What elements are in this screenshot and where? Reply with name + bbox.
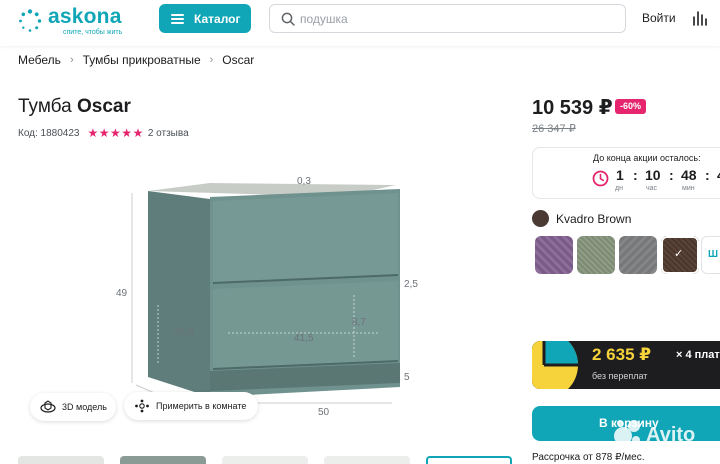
pie-badge-icon (532, 341, 580, 389)
swatch-green[interactable] (577, 236, 615, 274)
compare-icon[interactable] (692, 10, 708, 26)
price: 10 539 ₽ (532, 97, 613, 119)
installment-banner[interactable]: 2 635 ₽ × 4 платеж без переплат (532, 341, 720, 389)
swatch-purple[interactable] (535, 236, 573, 274)
clock-icon (592, 170, 609, 187)
swatch-brown[interactable]: ✓ (661, 236, 699, 274)
avito-watermark-logo: Avito (614, 420, 695, 446)
star-icon: ★ (121, 126, 133, 140)
installment-subtitle: без переплат (592, 371, 648, 381)
installment-count: × 4 платеж (676, 349, 720, 361)
star-icon: ★ (132, 126, 144, 140)
gallery-thumbnail-active[interactable] (426, 456, 512, 464)
check-icon: ✓ (674, 248, 684, 260)
3d-model-button[interactable]: 3D модель (30, 393, 116, 421)
try-in-room-label: Примерить в комнате (156, 401, 247, 411)
star-icon: ★ (110, 126, 121, 140)
dim-depth: 30,8 (174, 327, 194, 338)
chevron-right-icon: › (69, 54, 74, 66)
logo-dots-icon (19, 9, 42, 32)
page-title: Тумба Oscar (18, 96, 131, 118)
3d-model-label: 3D модель (62, 402, 107, 412)
timer-colon: : (705, 167, 710, 183)
timer-caption: До конца акции осталось: (593, 153, 701, 163)
installment-sum: 2 635 ₽ (592, 345, 652, 364)
timer-colon: : (633, 167, 638, 183)
search-bar (269, 4, 626, 33)
chevron-right-icon: › (209, 54, 214, 66)
timer-minutes: 48 (681, 167, 697, 183)
dim-top: 0,3 (297, 176, 311, 187)
search-input[interactable] (300, 10, 600, 28)
color-name: Kvadro Brown (556, 211, 632, 226)
search-icon (281, 12, 295, 26)
timer-colon: : (669, 167, 674, 183)
timer-minutes-unit: мин (682, 185, 695, 192)
gallery-thumbnail[interactable] (222, 456, 308, 464)
selected-color-dot (532, 210, 549, 227)
star-icon: ★ (98, 126, 110, 140)
site-header: askona спите, чтобы жить Каталог Войти (0, 0, 720, 46)
breadcrumb-item-nightstands[interactable]: Тумбы прикроватные (83, 53, 201, 67)
ar-icon (135, 399, 149, 413)
gallery-thumbnail[interactable] (324, 456, 410, 464)
product-meta: Код: 1880423 ★ ★ ★ ★ ★ 2 отзыва (18, 127, 189, 139)
dim-width: 50 (318, 407, 330, 418)
dim-plinth: 5 (404, 372, 410, 383)
product-image[interactable]: 0,3 49 30,8 41,5 8,7 2,5 5 50 (110, 165, 430, 425)
logo-wordmark: askona (48, 5, 122, 28)
menu-icon (171, 13, 184, 24)
swatch-more[interactable]: Ш (701, 236, 720, 274)
timer-hours: 10 (645, 167, 661, 183)
reviews-link[interactable]: 2 отзыва (148, 128, 189, 139)
title-prefix: Тумба (18, 96, 72, 117)
title-product-name: Oscar (76, 96, 131, 117)
timer-days: 1 (616, 167, 624, 183)
gallery-thumbnail[interactable] (18, 456, 104, 464)
timer-hours-unit: час (646, 185, 658, 192)
star-icon: ★ (87, 126, 99, 140)
dim-gap: 2,5 (404, 279, 418, 290)
catalog-button[interactable]: Каталог (159, 4, 251, 33)
logo-tagline: спите, чтобы жить (63, 29, 123, 36)
breadcrumb-item-current: Oscar (222, 53, 255, 67)
breadcrumb-item-furniture[interactable]: Мебель (18, 53, 61, 67)
try-in-room-button[interactable]: Примерить в комнате (124, 392, 258, 420)
installment-link[interactable]: Рассрочка от 878 ₽/мес. (532, 452, 644, 463)
dim-drawer-width: 41,5 (294, 333, 314, 344)
catalog-button-label: Каталог (194, 11, 241, 26)
logo[interactable]: askona спите, чтобы жить (18, 5, 138, 39)
discount-badge: -60% (615, 99, 647, 114)
timer-days-unit: дн (615, 185, 623, 192)
3d-icon (40, 400, 56, 413)
gallery-thumbnail[interactable] (120, 456, 206, 464)
dim-height: 49 (116, 288, 128, 299)
rating-stars: ★ ★ ★ ★ ★ (88, 127, 144, 139)
login-link[interactable]: Войти (642, 11, 676, 25)
nightstand-illustration (131, 183, 400, 416)
color-selector-label: Kvadro Brown (532, 210, 631, 227)
svg-text:Avito: Avito (646, 424, 695, 446)
breadcrumb: Мебель › Тумбы прикроватные › Oscar (18, 53, 254, 67)
promo-timer: До конца акции осталось: 1 дн : 10 час :… (532, 147, 720, 199)
dim-drawer-height: 8,7 (352, 317, 366, 328)
swatch-grey[interactable] (619, 236, 657, 274)
old-price: 26 347 ₽ (532, 123, 576, 135)
product-code: Код: 1880423 (18, 127, 80, 139)
